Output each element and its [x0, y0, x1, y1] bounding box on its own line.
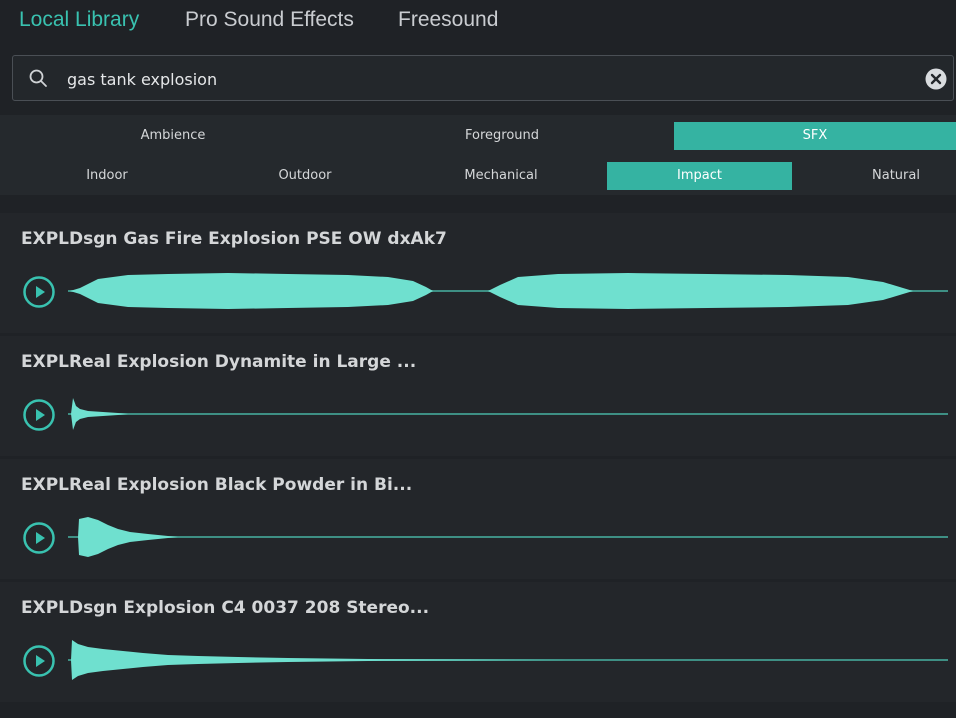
filter-indoor[interactable]: Indoor — [12, 162, 202, 190]
search-bar — [12, 55, 954, 101]
list-item[interactable]: EXPLDsgn Gas Fire Explosion PSE OW dxAk7 — [0, 213, 956, 333]
filter-foreground[interactable]: Foreground — [330, 122, 674, 150]
filter-mechanical[interactable]: Mechanical — [406, 162, 596, 190]
filter-impact[interactable]: Impact — [607, 162, 792, 190]
play-icon[interactable] — [22, 521, 56, 555]
result-title: EXPLReal Explosion Black Powder in Bi... — [21, 475, 413, 495]
source-tabs: Local Library Pro Sound Effects Freesoun… — [0, 0, 956, 42]
list-item[interactable]: EXPLReal Explosion Dynamite in Large ... — [0, 336, 956, 456]
search-input[interactable] — [65, 65, 899, 93]
result-title: EXPLReal Explosion Dynamite in Large ... — [21, 352, 417, 372]
waveform[interactable] — [68, 630, 948, 690]
filter-outdoor[interactable]: Outdoor — [210, 162, 400, 190]
search-icon — [29, 69, 47, 87]
tab-pro-sound-effects[interactable]: Pro Sound Effects — [185, 8, 354, 32]
filter-sfx[interactable]: SFX — [674, 122, 956, 150]
waveform[interactable] — [68, 384, 948, 444]
tab-local-library[interactable]: Local Library — [19, 8, 139, 32]
list-item[interactable]: EXPLReal Explosion Black Powder in Bi... — [0, 459, 956, 579]
play-icon[interactable] — [22, 644, 56, 678]
filter-ambience[interactable]: Ambience — [0, 122, 346, 150]
list-item[interactable]: EXPLDsgn Explosion C4 0037 208 Stereo... — [0, 582, 956, 702]
waveform[interactable] — [68, 261, 948, 321]
result-title: EXPLDsgn Explosion C4 0037 208 Stereo... — [21, 598, 430, 618]
play-icon[interactable] — [22, 275, 56, 309]
filter-panel: Ambience Foreground SFX Indoor Outdoor M… — [0, 115, 956, 195]
play-icon[interactable] — [22, 398, 56, 432]
filter-natural[interactable]: Natural — [800, 162, 956, 190]
clear-icon[interactable] — [925, 68, 947, 90]
tab-freesound[interactable]: Freesound — [398, 8, 498, 32]
waveform[interactable] — [68, 507, 948, 567]
result-title: EXPLDsgn Gas Fire Explosion PSE OW dxAk7 — [21, 229, 447, 249]
